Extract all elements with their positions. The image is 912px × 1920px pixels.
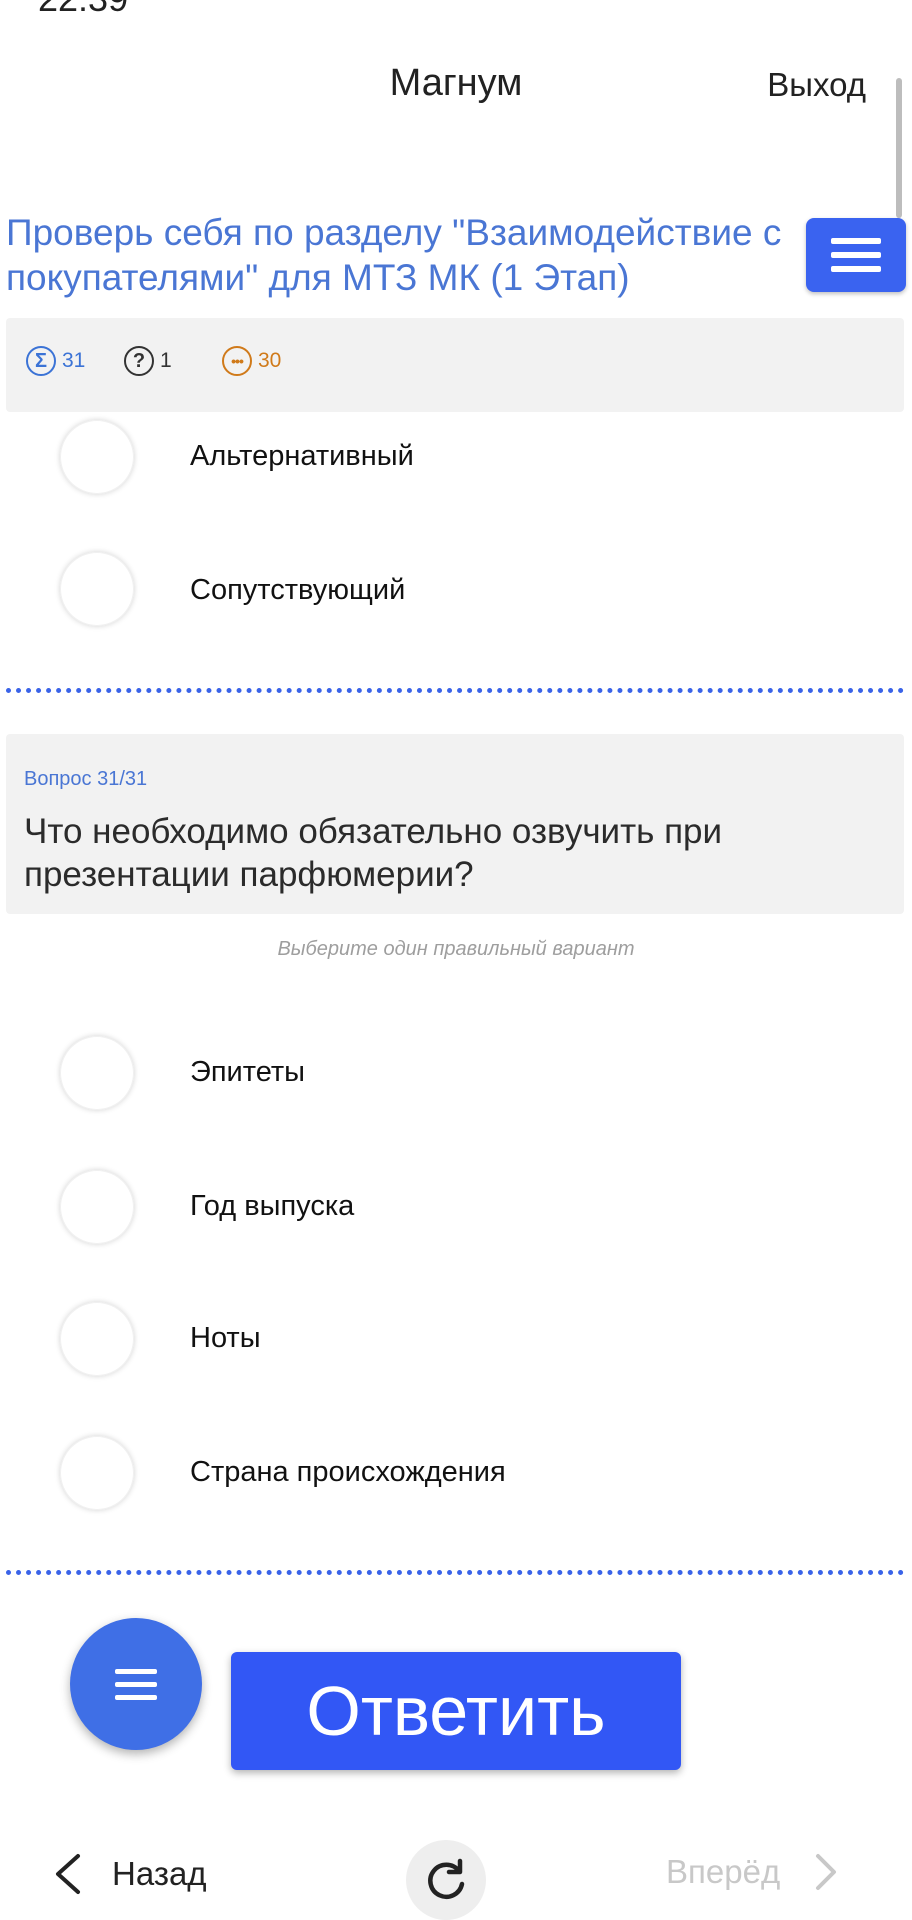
radio-button[interactable] (60, 1302, 134, 1376)
radio-button[interactable] (60, 420, 134, 494)
test-title: Проверь себя по разделу "Взаимодействие … (6, 212, 782, 298)
reload-button[interactable] (406, 1840, 486, 1920)
option-label[interactable]: Эпитеты (190, 1056, 305, 1089)
menu-icon (831, 238, 881, 244)
radio-button[interactable] (60, 552, 134, 626)
chevron-left-icon (56, 1854, 80, 1894)
stat-unanswered: ? 1 (124, 346, 172, 376)
radio-button[interactable] (60, 1036, 134, 1110)
divider (6, 1570, 904, 1575)
exit-button[interactable]: Выход (767, 66, 866, 104)
stat-total: Σ 31 (26, 346, 85, 376)
question-text: Что необходимо обязательно озвучить при … (24, 812, 723, 894)
stat-remaining-value: 30 (258, 349, 282, 372)
forward-button[interactable]: Вперёд (666, 1852, 838, 1892)
back-button[interactable]: Назад (52, 1852, 207, 1896)
option-label[interactable]: Альтернативный (190, 440, 414, 473)
sigma-icon: Σ (26, 346, 56, 376)
reload-icon (428, 1858, 465, 1900)
stat-remaining: ••• 30 (222, 346, 281, 376)
stat-unanswered-value: 1 (160, 349, 172, 372)
question-hint: Выберите один правильный вариант (277, 938, 635, 960)
status-bar: 22:39 (0, 0, 912, 14)
back-label: Назад (112, 1855, 207, 1892)
option-label[interactable]: Сопутствующий (190, 574, 405, 607)
question-card: Вопрос 31/31 Что необходимо обязательно … (6, 734, 904, 914)
stats-bar: Σ 31 ? 1 ••• 30 (6, 318, 904, 412)
option-label[interactable]: Ноты (190, 1322, 261, 1355)
status-time: 22:39 (38, 0, 128, 14)
question-icon: ? (124, 346, 154, 376)
option-label[interactable]: Страна происхождения (190, 1456, 506, 1489)
answer-button[interactable]: Ответить (231, 1652, 681, 1770)
more-dots-icon: ••• (222, 346, 252, 376)
radio-button[interactable] (60, 1170, 134, 1244)
floating-menu-button[interactable] (70, 1618, 202, 1750)
chevron-right-icon (816, 1854, 837, 1890)
question-number: Вопрос 31/31 (24, 768, 148, 790)
forward-label: Вперёд (666, 1853, 781, 1890)
radio-button[interactable] (60, 1436, 134, 1510)
menu-button[interactable] (806, 218, 906, 292)
menu-icon (115, 1668, 157, 1674)
scrollbar[interactable] (896, 78, 902, 218)
divider (6, 688, 904, 693)
option-label[interactable]: Год выпуска (190, 1190, 354, 1223)
stat-total-value: 31 (62, 349, 86, 372)
